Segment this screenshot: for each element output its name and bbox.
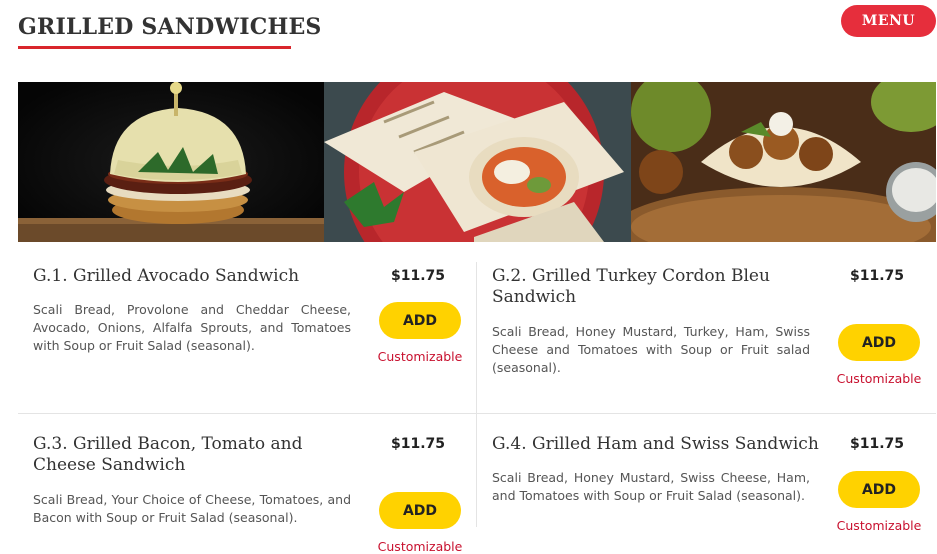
customizable-link[interactable]: Customizable	[822, 371, 936, 386]
item-price: $11.75	[849, 436, 905, 452]
item-description: Scali Bread, Honey Mustard, Swiss Cheese…	[492, 470, 810, 503]
falafel-pita-photo	[631, 82, 936, 242]
item-name: G.1. Grilled Avocado Sandwich	[33, 266, 300, 286]
item-name: G.2. Grilled Turkey Cordon Bleu Sandwich	[492, 266, 770, 307]
add-button[interactable]: ADD	[379, 302, 461, 339]
item-name: G.4. Grilled Ham and Swiss Sandwich	[492, 434, 819, 454]
item-price: $11.75	[390, 268, 446, 284]
row-divider	[18, 413, 936, 414]
column-divider	[476, 262, 477, 527]
item-description: Scali Bread, Your Choice of Cheese, Toma…	[33, 492, 351, 525]
avocado-burger-photo	[18, 82, 324, 242]
banner	[18, 82, 936, 242]
item-description: Scali Bread, Provolone and Cheddar Chees…	[33, 302, 351, 353]
item-name: G.3. Grilled Bacon, Tomato and Cheese Sa…	[33, 434, 303, 475]
add-button[interactable]: ADD	[838, 324, 920, 361]
item-price: $11.75	[849, 268, 905, 284]
add-button[interactable]: ADD	[838, 471, 920, 508]
customizable-link[interactable]: Customizable	[363, 539, 477, 554]
grilled-wrap-photo	[324, 82, 631, 242]
page-title: GRILLED SANDWICHES	[18, 14, 322, 40]
item-price: $11.75	[390, 436, 446, 452]
title-underline	[18, 46, 291, 49]
menu-button[interactable]: MENU	[841, 5, 936, 37]
add-button[interactable]: ADD	[379, 492, 461, 529]
menu-items-grid: G.1. Grilled Avocado Sandwich $11.75 Sca…	[18, 242, 936, 554]
page-header: GRILLED SANDWICHES	[18, 14, 322, 49]
customizable-link[interactable]: Customizable	[363, 349, 477, 364]
item-description: Scali Bread, Honey Mustard, Turkey, Ham,…	[492, 324, 810, 375]
customizable-link[interactable]: Customizable	[822, 518, 936, 533]
